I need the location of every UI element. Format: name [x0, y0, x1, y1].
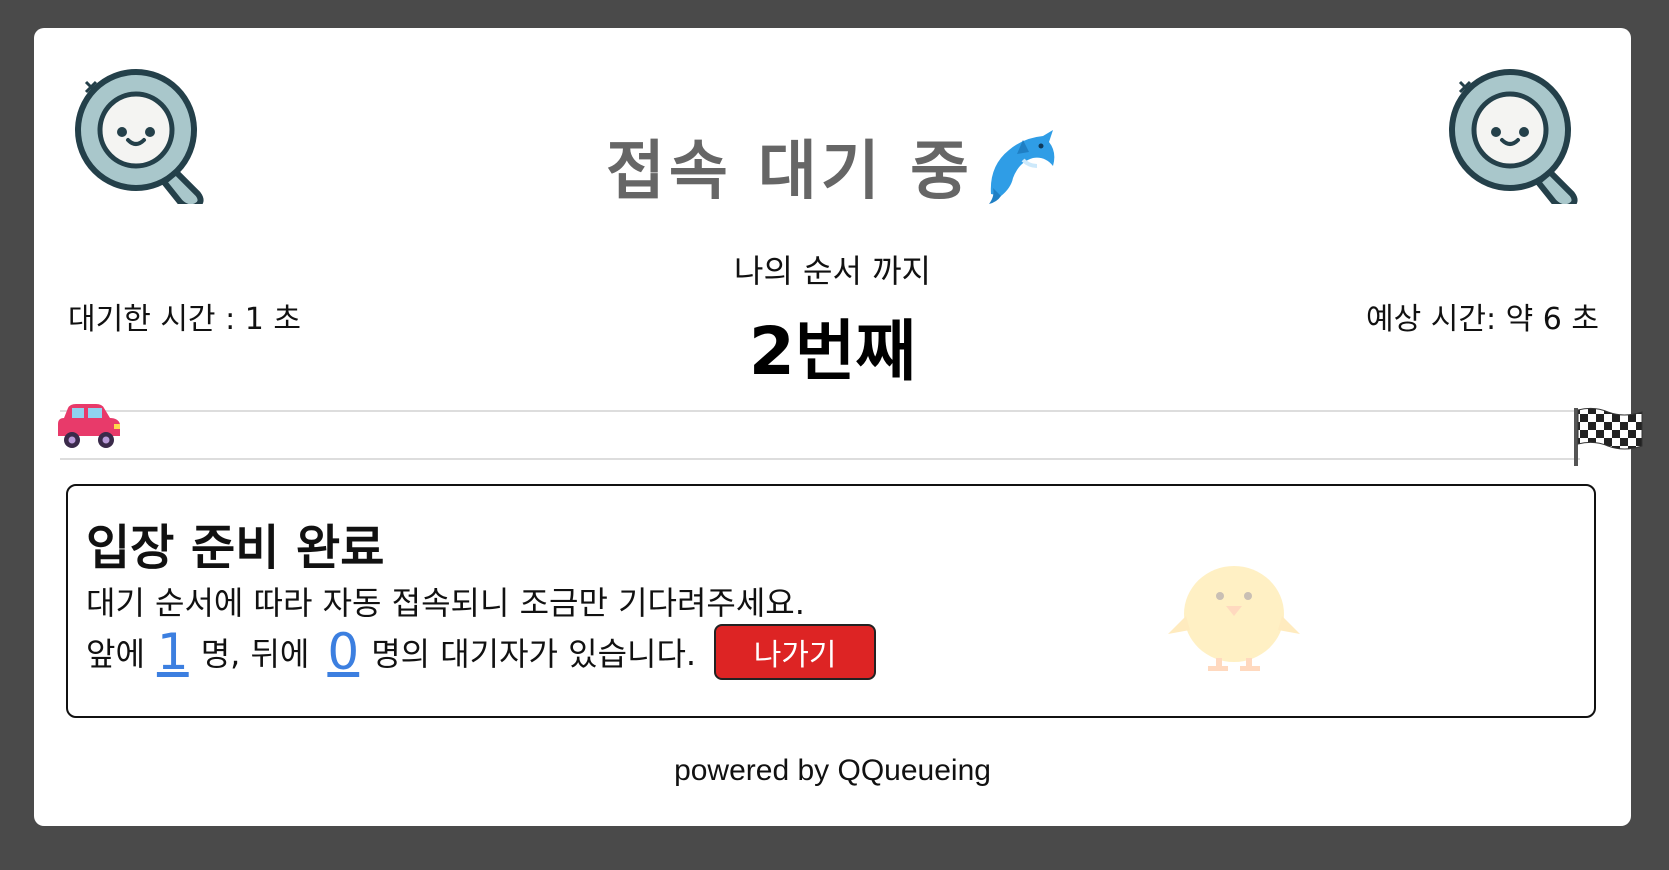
progress-track	[60, 410, 1580, 460]
until-my-turn-label: 나의 순서 까지	[734, 252, 931, 290]
qqueueing-logo-icon	[1449, 69, 1578, 204]
status-title: 입장 준비 완료	[86, 520, 385, 576]
status-message: 대기 순서에 따라 자동 접속되니 조금만 기다려주세요.	[86, 584, 805, 622]
page-title: 접속 대기 중	[34, 120, 1631, 212]
ahead-prefix: 앞에	[86, 635, 145, 673]
dolphin-icon	[988, 130, 1055, 204]
ahead-count: 1	[156, 623, 189, 681]
queue-card: 접속 대기 중 나의 순서 까지 2번째 대기한 시간 : 1 초 예상 시간:…	[34, 28, 1643, 826]
page-title-text: 접속 대기 중	[606, 135, 973, 209]
finish-flag-icon	[1574, 407, 1643, 466]
behind-suffix: 명의 대기자가 있습니다.	[371, 635, 697, 673]
exit-button[interactable]: 나가기	[714, 624, 877, 680]
chick-icon	[1168, 566, 1300, 671]
waited-time: 대기한 시간 : 1 초	[68, 302, 301, 337]
powered-by-footer: powered by QQueueing	[674, 754, 991, 787]
queue-count-line: 앞에 1 명, 뒤에 0 명의 대기자가 있습니다. 나가기	[86, 623, 877, 681]
expected-time: 예상 시간: 약 6 초	[1366, 302, 1599, 337]
status-panel: 입장 준비 완료 대기 순서에 따라 자동 접속되니 조금만 기다려주세요. 앞…	[66, 484, 1596, 718]
ahead-suffix: 명, 뒤에	[200, 635, 310, 673]
car-icon	[58, 404, 120, 448]
behind-count: 0	[327, 623, 360, 681]
